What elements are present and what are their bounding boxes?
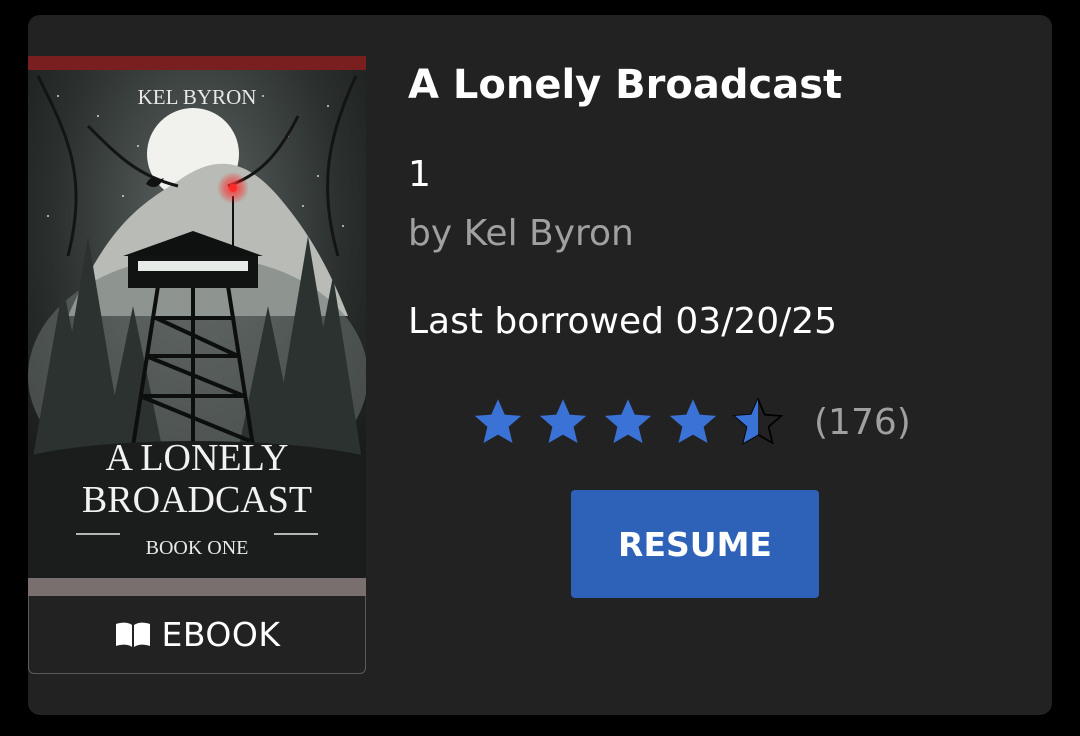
- star-filled-icon: [472, 396, 524, 448]
- star-filled-icon: [537, 396, 589, 448]
- star-rating: (176): [472, 392, 911, 452]
- author-line[interactable]: by Kel Byron: [408, 213, 634, 254]
- rating-count: (176): [814, 401, 911, 443]
- cover-subtitle: BOOK ONE: [146, 537, 249, 559]
- cover-title-line2: BROADCAST: [82, 479, 312, 521]
- format-label: EBOOK: [161, 615, 281, 654]
- resume-button[interactable]: RESUME: [571, 490, 819, 598]
- star-filled-icon: [602, 396, 654, 448]
- format-badge: EBOOK: [28, 596, 366, 674]
- book-title[interactable]: A Lonely Broadcast: [408, 62, 842, 108]
- cover-title-line1: A LONELY: [105, 437, 288, 479]
- book-cover-image[interactable]: KEL BYRON A LONELY BROADCAST BOOK ONE: [28, 56, 366, 596]
- star-filled-icon: [667, 396, 719, 448]
- last-borrowed: Last borrowed 03/20/25: [408, 301, 838, 342]
- cover-author: KEL BYRON: [138, 85, 257, 109]
- open-book-icon: [114, 621, 152, 649]
- series-number: 1: [408, 154, 431, 195]
- cover-column: KEL BYRON A LONELY BROADCAST BOOK ONE EB…: [28, 56, 366, 674]
- star-half-icon: [732, 396, 784, 448]
